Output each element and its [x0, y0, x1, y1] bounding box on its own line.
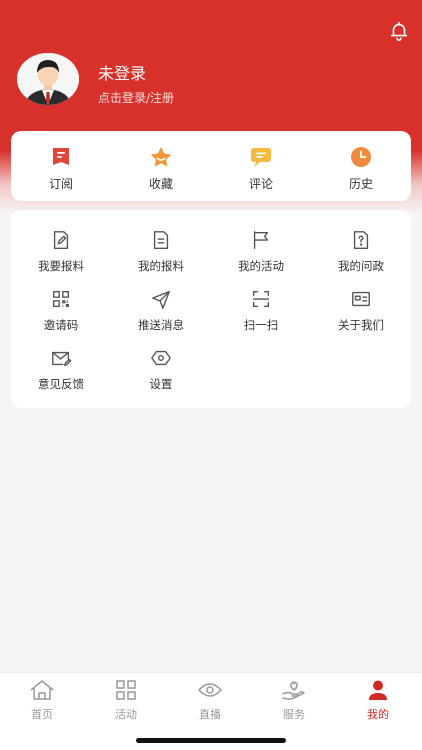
quick-history[interactable]: 历史 — [311, 131, 411, 201]
menu-settings[interactable]: 设置 — [111, 347, 211, 392]
menu-label: 我的问政 — [338, 259, 384, 273]
menu-push-messages[interactable]: 推送消息 — [111, 288, 211, 333]
menu-my-inquiries[interactable]: 我的问政 — [311, 229, 411, 274]
quick-subscribe-label: 订阅 — [48, 177, 73, 191]
tab-label: 服务 — [283, 708, 305, 721]
tab-live[interactable]: 直播 — [168, 679, 252, 722]
question-doc-icon — [353, 231, 369, 249]
user-avatar-icon[interactable] — [17, 53, 79, 105]
comment-icon — [251, 148, 271, 167]
service-hand-icon — [282, 681, 305, 700]
settings-hex-icon — [151, 350, 171, 366]
login-register-link[interactable]: 点击登录/注册 — [98, 89, 174, 106]
quick-favorite-label: 收藏 — [148, 177, 173, 191]
menu-label: 我要报料 — [38, 259, 84, 273]
bell-icon[interactable] — [388, 20, 410, 42]
send-icon — [152, 290, 170, 309]
feedback-mail-icon — [52, 351, 72, 367]
menu-label: 意见反馈 — [38, 377, 84, 391]
menu-my-tips[interactable]: 我的报料 — [111, 229, 211, 274]
menu-label: 我的报料 — [138, 259, 184, 273]
tab-services[interactable]: 服务 — [252, 679, 336, 722]
menu-feedback[interactable]: 意见反馈 — [11, 347, 111, 392]
tab-mine[interactable]: 我的 — [336, 679, 420, 722]
menu-my-activities[interactable]: 我的活动 — [211, 229, 311, 274]
menu-scan[interactable]: 扫一扫 — [211, 288, 311, 333]
quick-history-label: 历史 — [348, 177, 373, 191]
grid-icon — [116, 680, 136, 700]
scan-icon — [252, 290, 270, 308]
menu-submit-tip[interactable]: 我要报料 — [11, 229, 111, 274]
flag-icon — [253, 231, 269, 249]
quick-comment[interactable]: 评论 — [211, 131, 311, 201]
subscribe-icon — [53, 148, 69, 165]
tab-home[interactable]: 首页 — [0, 679, 84, 722]
tab-activities[interactable]: 活动 — [84, 679, 168, 722]
menu-label: 扫一扫 — [243, 318, 279, 332]
doc-list-icon — [153, 231, 169, 249]
quick-subscribe[interactable]: 订阅 — [11, 131, 111, 201]
tab-label: 我的 — [367, 708, 389, 721]
tab-label: 活动 — [115, 708, 137, 721]
favorite-star-icon — [150, 147, 172, 167]
user-name[interactable]: 未登录 — [98, 60, 146, 84]
menu-label: 推送消息 — [138, 318, 184, 332]
quick-favorite[interactable]: 收藏 — [111, 131, 211, 201]
menu-about-us[interactable]: 关于我们 — [311, 288, 411, 333]
quick-comment-label: 评论 — [248, 177, 273, 191]
menu-label: 关于我们 — [338, 318, 384, 332]
menu-grid-card: 我要报料 我的报料 我的活动 我的问政 邀请码 推送消息 扫一扫 关于我们 意见… — [11, 210, 411, 408]
edit-doc-icon — [53, 231, 69, 249]
tab-label: 直播 — [199, 708, 221, 721]
id-card-icon — [352, 291, 370, 307]
menu-label: 设置 — [149, 377, 173, 391]
profile-icon — [369, 680, 387, 700]
live-eye-icon — [197, 683, 223, 697]
home-indicator — [136, 738, 286, 743]
menu-invite-code[interactable]: 邀请码 — [11, 288, 111, 333]
menu-label: 邀请码 — [43, 318, 79, 332]
menu-label: 我的活动 — [238, 259, 284, 273]
home-icon — [30, 680, 54, 700]
tab-label: 首页 — [31, 708, 53, 721]
qr-code-icon — [52, 290, 70, 308]
quick-actions-card: 订阅 收藏 评论 历史 — [11, 131, 411, 201]
history-clock-icon — [351, 147, 371, 167]
